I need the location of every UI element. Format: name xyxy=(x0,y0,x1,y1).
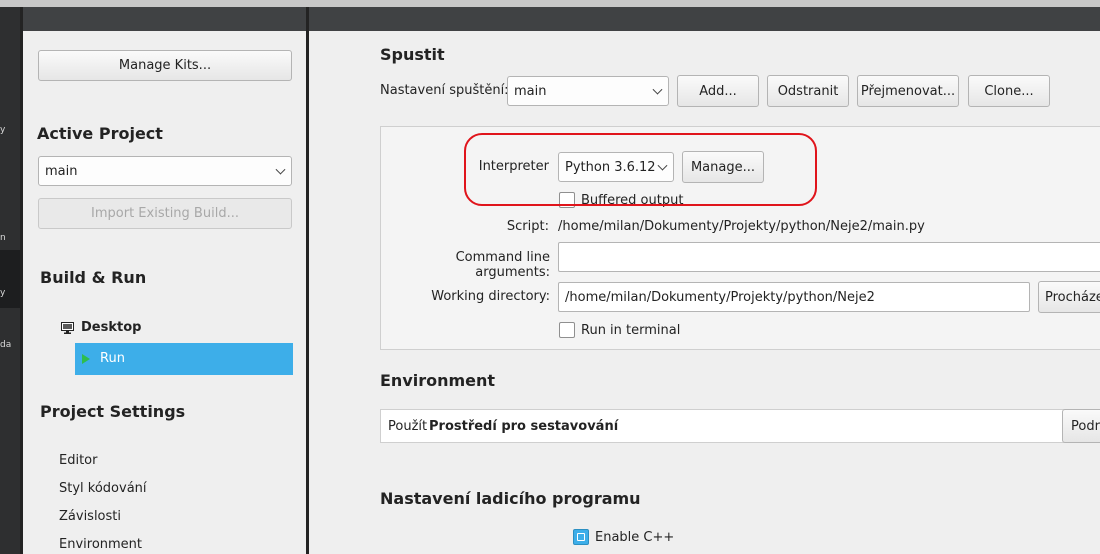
run-settings-panel: Spustit Nastavení spuštění: main Add... … xyxy=(309,31,1100,554)
mode-selector-bar: y n y da xyxy=(0,7,20,554)
run-in-terminal-checkbox[interactable] xyxy=(559,322,575,338)
debugger-settings-heading: Nastavení ladicího programu xyxy=(380,489,641,508)
sidebar-item-environment[interactable]: Environment xyxy=(59,537,142,552)
enable-cpp-label: Enable C++ xyxy=(595,530,675,545)
remove-run-config-button[interactable]: Odstranit xyxy=(767,75,849,107)
add-run-config-button[interactable]: Add... xyxy=(677,75,759,107)
run-config-value: main xyxy=(514,83,547,99)
enable-cpp-checkbox[interactable] xyxy=(573,529,589,545)
import-existing-build-button[interactable]: Import Existing Build... xyxy=(38,198,292,229)
window-top-bar xyxy=(0,0,1100,7)
active-project-heading: Active Project xyxy=(37,124,163,143)
active-project-value: main xyxy=(45,163,78,179)
run-heading: Spustit xyxy=(380,45,445,64)
projects-sidebar: Manage Kits... Active Project main Impor… xyxy=(23,31,306,554)
manage-kits-button[interactable]: Manage Kits... xyxy=(38,50,292,81)
environment-use-prefix: Použít xyxy=(388,419,428,434)
sidebar-item-code-style[interactable]: Styl kódování xyxy=(59,481,147,496)
working-directory-label: Working directory: xyxy=(431,289,550,304)
clone-run-config-button[interactable]: Clone... xyxy=(968,75,1050,107)
script-path-value: /home/milan/Dokumenty/Projekty/python/Ne… xyxy=(558,219,925,234)
environment-use-value: Prostředí pro sestavování xyxy=(429,419,619,434)
desktop-monitor-icon xyxy=(61,322,74,334)
command-line-args-label: Command line arguments: xyxy=(455,250,550,280)
interpreter-highlight-annotation xyxy=(464,133,817,206)
build-run-heading: Build & Run xyxy=(40,268,147,287)
sidebar-item-desktop[interactable]: Desktop xyxy=(81,320,141,335)
sidebar-item-dependencies[interactable]: Závislosti xyxy=(59,509,121,524)
command-line-args-input[interactable] xyxy=(558,242,1100,272)
active-project-combo[interactable]: main xyxy=(38,156,292,186)
working-directory-input[interactable]: /home/milan/Dokumenty/Projekty/python/Ne… xyxy=(558,282,1030,312)
browse-directory-button[interactable]: Procháze xyxy=(1038,281,1100,313)
play-icon xyxy=(82,354,90,364)
rename-run-config-button[interactable]: Přejmenovat... xyxy=(857,75,959,107)
chevron-down-icon xyxy=(652,84,663,95)
sidebar-item-run-label: Run xyxy=(100,351,125,366)
chevron-down-icon xyxy=(275,164,286,175)
environment-details-button[interactable]: Podr xyxy=(1062,409,1100,443)
sidebar-item-editor[interactable]: Editor xyxy=(59,453,97,468)
mode-label-2[interactable]: n xyxy=(0,233,6,243)
top-dark-strip xyxy=(23,7,1100,31)
run-config-combo[interactable]: main xyxy=(507,76,669,106)
mode-selected-indicator xyxy=(0,250,20,308)
environment-heading: Environment xyxy=(380,371,496,390)
run-config-label: Nastavení spuštění: xyxy=(380,83,509,98)
environment-summary-panel: Použít Prostředí pro sestavování xyxy=(380,409,1100,443)
project-settings-heading: Project Settings xyxy=(40,402,186,421)
mode-label-4[interactable]: da xyxy=(0,340,11,350)
mode-label-3[interactable]: y xyxy=(0,288,5,298)
run-in-terminal-label: Run in terminal xyxy=(581,323,681,338)
script-label: Script: xyxy=(506,219,549,234)
sidebar-item-run[interactable]: Run xyxy=(75,343,293,375)
mode-label-1[interactable]: y xyxy=(0,125,5,135)
